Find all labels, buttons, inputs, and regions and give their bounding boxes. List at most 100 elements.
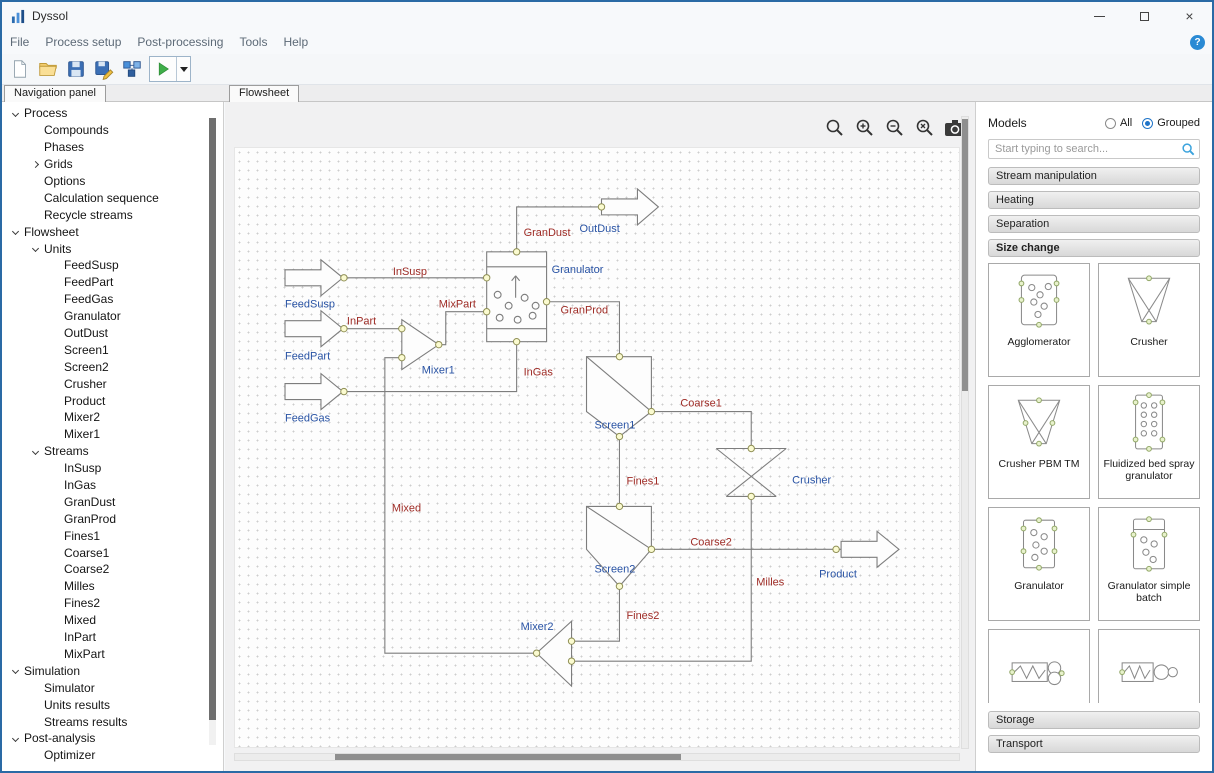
stream-fines2[interactable] [572, 586, 620, 641]
unit-feedgas[interactable] [285, 374, 343, 410]
menu-item[interactable]: Help [275, 35, 316, 49]
model-group-header[interactable]: Separation [988, 215, 1200, 233]
model-group-header[interactable]: Storage [988, 711, 1200, 729]
unit-mixer1[interactable] [402, 320, 439, 370]
nav-tree-item[interactable]: Process [2, 105, 223, 122]
model-card[interactable]: Granulator simple batch [1098, 507, 1200, 621]
zoom-out-button[interactable] [882, 115, 907, 140]
minimize-button[interactable] [1077, 2, 1122, 30]
stream-coarse1[interactable] [651, 412, 751, 449]
open-flowsheet-button[interactable] [34, 56, 62, 82]
model-card[interactable]: Granulator [988, 507, 1090, 621]
nav-tree-item[interactable]: Crusher [2, 375, 223, 392]
models-search-input[interactable] [988, 139, 1200, 159]
canvas-vertical-scrollbar-thumb[interactable] [962, 119, 968, 391]
flowsheet-settings-button[interactable] [118, 56, 146, 82]
model-card[interactable]: Agglomerator [988, 263, 1090, 377]
nav-tree-item[interactable]: FeedGas [2, 291, 223, 308]
model-card[interactable]: Crusher PBM TM [988, 385, 1090, 499]
canvas-vertical-scrollbar[interactable] [961, 116, 969, 749]
tab-navigation-panel[interactable]: Navigation panel [4, 85, 106, 102]
menu-item[interactable]: Tools [231, 35, 275, 49]
nav-tree-item[interactable]: Phases [2, 139, 223, 156]
menu-item[interactable]: File [2, 35, 37, 49]
nav-tree-item[interactable]: MixPart [2, 646, 223, 663]
menu-item[interactable]: Process setup [37, 35, 129, 49]
save-as-button[interactable] [90, 56, 118, 82]
nav-tree-item[interactable]: Options [2, 173, 223, 190]
nav-tree-item[interactable]: Streams [2, 443, 223, 460]
nav-tree-item[interactable]: Compounds [2, 122, 223, 139]
nav-tree-item[interactable]: Screen1 [2, 341, 223, 358]
canvas-horizontal-scrollbar[interactable] [234, 753, 960, 761]
nav-tree-item[interactable]: Units results [2, 696, 223, 713]
tree-chevron-icon[interactable] [11, 668, 24, 673]
model-card[interactable] [1098, 629, 1200, 703]
unit-feedpart[interactable] [285, 311, 343, 347]
help-icon[interactable]: ? [1190, 35, 1205, 50]
tree-chevron-icon[interactable] [31, 162, 44, 167]
nav-scrollbar[interactable] [209, 118, 216, 745]
radio-all-icon[interactable] [1105, 118, 1116, 129]
nav-tree-item[interactable]: OutDust [2, 325, 223, 342]
new-flowsheet-button[interactable] [6, 56, 34, 82]
tab-flowsheet[interactable]: Flowsheet [229, 85, 299, 102]
nav-tree-item[interactable]: Streams results [2, 713, 223, 730]
search-icon[interactable] [1181, 142, 1196, 162]
unit-crusher[interactable] [716, 448, 786, 496]
radio-grouped-icon[interactable] [1142, 118, 1153, 129]
save-flowsheet-button[interactable] [62, 56, 90, 82]
tree-chevron-icon[interactable] [11, 111, 24, 116]
model-group-header[interactable]: Transport [988, 735, 1200, 753]
menu-item[interactable]: Post-processing [129, 35, 231, 49]
nav-tree-item[interactable]: Calculation sequence [2, 189, 223, 206]
nav-tree-item[interactable]: Screen2 [2, 358, 223, 375]
nav-tree-item[interactable]: Coarse1 [2, 544, 223, 561]
nav-tree-item[interactable]: Simulation [2, 662, 223, 679]
unit-outdust[interactable] [601, 189, 658, 225]
model-card[interactable]: Crusher [1098, 263, 1200, 377]
nav-tree-item[interactable]: Coarse2 [2, 561, 223, 578]
flowsheet-canvas[interactable]: FeedSusp FeedPart FeedGas Mixer1 Granula… [234, 147, 960, 748]
run-options-dropdown[interactable] [176, 57, 190, 81]
zoom-in-button[interactable] [852, 115, 877, 140]
nav-tree-item[interactable]: Post-analysis [2, 730, 223, 747]
tree-chevron-icon[interactable] [11, 736, 24, 741]
canvas-horizontal-scrollbar-thumb[interactable] [335, 754, 681, 760]
unit-granulator[interactable] [487, 252, 547, 342]
nav-scrollbar-thumb[interactable] [209, 118, 216, 720]
zoom-reset-button[interactable] [912, 115, 937, 140]
nav-tree-item[interactable]: Fines1 [2, 527, 223, 544]
model-group-header[interactable]: Size change [988, 239, 1200, 257]
nav-tree-item[interactable]: Grids [2, 156, 223, 173]
nav-tree-item[interactable]: Recycle streams [2, 206, 223, 223]
nav-tree-item[interactable]: Units [2, 240, 223, 257]
nav-tree-item[interactable]: Milles [2, 578, 223, 595]
tree-chevron-icon[interactable] [11, 229, 24, 234]
model-card[interactable] [988, 629, 1090, 703]
nav-tree-item[interactable]: FeedPart [2, 274, 223, 291]
run-simulation-button[interactable] [150, 57, 176, 81]
nav-tree-item[interactable]: GranDust [2, 493, 223, 510]
unit-product[interactable] [841, 531, 899, 567]
nav-tree-item[interactable]: InGas [2, 477, 223, 494]
nav-tree-item[interactable]: Simulator [2, 679, 223, 696]
title-bar[interactable]: Dyssol × [2, 2, 1212, 30]
nav-tree-item[interactable]: Mixer1 [2, 426, 223, 443]
nav-tree-item[interactable]: Mixed [2, 612, 223, 629]
nav-tree-item[interactable]: FeedSusp [2, 257, 223, 274]
close-button[interactable]: × [1167, 2, 1212, 30]
maximize-button[interactable] [1122, 2, 1167, 30]
filter-grouped-option[interactable]: Grouped [1142, 117, 1200, 129]
nav-tree-item[interactable]: InSusp [2, 460, 223, 477]
zoom-select-button[interactable] [822, 115, 847, 140]
tree-chevron-icon[interactable] [31, 449, 44, 454]
nav-tree-item[interactable]: Optimizer [2, 747, 223, 764]
nav-tree-item[interactable]: InPart [2, 629, 223, 646]
model-group-header[interactable]: Heating [988, 191, 1200, 209]
stream-mixpart[interactable] [439, 312, 487, 345]
tree-chevron-icon[interactable] [31, 246, 44, 251]
nav-tree-item[interactable]: Product [2, 392, 223, 409]
filter-all-option[interactable]: All [1105, 117, 1132, 129]
nav-tree-item[interactable]: Flowsheet [2, 223, 223, 240]
